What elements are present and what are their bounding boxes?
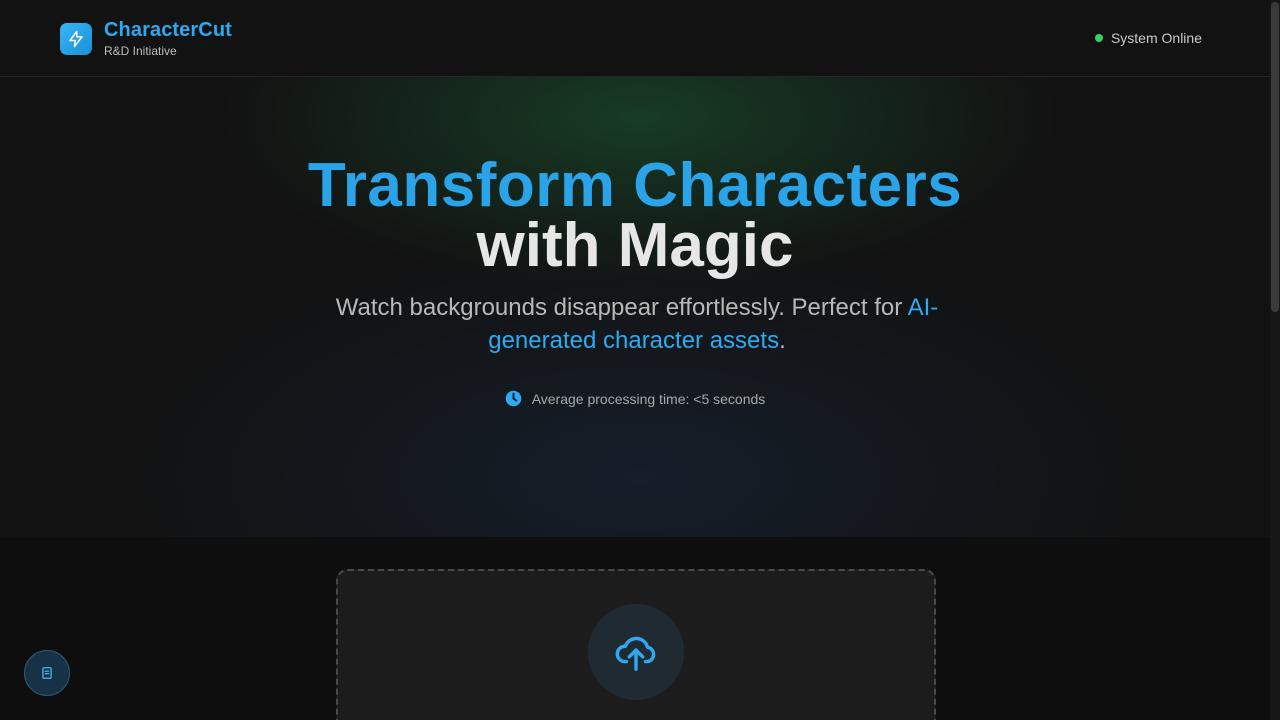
status-text: System Online	[1110, 30, 1202, 46]
lightning-icon	[60, 22, 92, 55]
hero-title-line-1: Transform Characters	[307, 151, 963, 220]
scrollbar-thumb[interactable]	[1271, 2, 1279, 312]
top-header: CharacterCut R&D Initiative System Onlin…	[0, 0, 1270, 77]
hero-subtitle: Watch backgrounds disappear effortlessly…	[300, 291, 974, 357]
hero-subtitle-text: Watch backgrounds disappear effortlessly…	[335, 294, 908, 321]
brand-logo[interactable]: CharacterCut R&D Initiative	[60, 20, 232, 57]
clock-icon	[505, 390, 521, 407]
status-dot-icon	[1094, 34, 1103, 42]
cloud-upload-icon[interactable]	[588, 604, 684, 700]
brand-subtitle: R&D Initiative	[104, 44, 177, 58]
processing-time-text: Average processing time: <5 seconds	[531, 390, 766, 407]
processing-time-note: Average processing time: <5 seconds	[0, 390, 1270, 407]
hero-subtitle-suffix: .	[779, 327, 786, 354]
system-status: System Online	[1094, 30, 1202, 46]
upload-dropzone[interactable]	[336, 569, 936, 720]
brand-name: CharacterCut	[104, 19, 232, 41]
hero-section: Transform Characters with Magic Watch ba…	[0, 77, 1270, 537]
hero-title: Transform Characters with Magic	[0, 155, 1270, 277]
scrollbar[interactable]	[1270, 0, 1280, 720]
document-icon	[42, 667, 52, 679]
page: CharacterCut R&D Initiative System Onlin…	[0, 0, 1280, 720]
hero-title-line-2: with Magic	[476, 211, 794, 280]
floating-document-button[interactable]	[24, 650, 70, 696]
